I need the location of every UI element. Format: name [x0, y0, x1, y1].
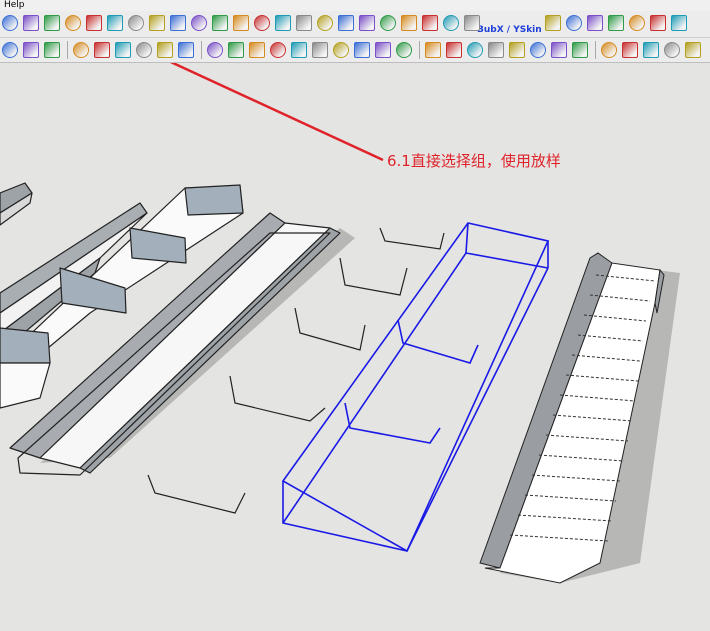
xray-icon[interactable]	[509, 42, 525, 58]
text-icon[interactable]	[136, 42, 152, 58]
left-view-icon[interactable]	[467, 42, 483, 58]
hidden-line-icon[interactable]	[572, 42, 588, 58]
fog-icon[interactable]	[643, 42, 659, 58]
polyline-icon[interactable]	[128, 15, 144, 31]
cube-green-icon[interactable]	[317, 15, 333, 31]
toolbar-row-1: BubX / YSkin	[0, 11, 710, 38]
component-icon[interactable]	[685, 42, 701, 58]
sort-icon[interactable]	[608, 15, 624, 31]
arc-icon[interactable]	[212, 15, 228, 31]
orbit-icon[interactable]	[207, 42, 223, 58]
curve-icon[interactable]	[107, 15, 123, 31]
leaf-icon[interactable]	[115, 42, 131, 58]
top-view-icon[interactable]	[488, 42, 504, 58]
rainbow-icon[interactable]	[401, 15, 417, 31]
cube-purple-icon[interactable]	[23, 15, 39, 31]
zoom-icon[interactable]	[249, 42, 265, 58]
skin-icon[interactable]	[443, 15, 459, 31]
bubx-yskin-plugin-label[interactable]: BubX / YSkin	[477, 25, 542, 35]
rotate-icon[interactable]	[629, 15, 645, 31]
folder-icon[interactable]	[23, 42, 39, 58]
rotate-right-icon[interactable]	[650, 15, 666, 31]
annotation-arrow	[95, 27, 384, 162]
eye-icon[interactable]	[354, 42, 370, 58]
front-view-icon[interactable]	[425, 42, 441, 58]
menu-bar: Help	[0, 0, 710, 11]
loft-icon[interactable]	[254, 15, 270, 31]
camera-icon[interactable]	[44, 42, 60, 58]
menu-help[interactable]: Help	[0, 0, 25, 10]
dimension-icon[interactable]	[157, 42, 173, 58]
toolbar-separator	[67, 41, 68, 59]
toolbar-separator	[595, 41, 596, 59]
map-icon[interactable]	[545, 15, 561, 31]
zoom-window-icon[interactable]	[270, 42, 286, 58]
bezier-icon[interactable]	[170, 15, 186, 31]
fold-icon[interactable]	[359, 15, 375, 31]
spiral-icon[interactable]	[191, 15, 207, 31]
back-edges-icon[interactable]	[530, 42, 546, 58]
layer-icon[interactable]	[2, 42, 18, 58]
toolbar-separator	[419, 41, 420, 59]
grid-surface-icon[interactable]	[233, 15, 249, 31]
house-icon[interactable]	[664, 42, 680, 58]
wireframe-style-icon[interactable]	[551, 42, 567, 58]
paint-bucket-icon[interactable]	[2, 15, 18, 31]
search-icon[interactable]	[312, 42, 328, 58]
model-viewport[interactable]	[0, 27, 710, 627]
channel-group-left[interactable]	[0, 182, 341, 476]
cylinder-icon[interactable]	[464, 15, 480, 31]
zoom-extents-icon[interactable]	[291, 42, 307, 58]
bubble-icon[interactable]	[422, 15, 438, 31]
toolbar-separator	[201, 41, 202, 59]
bucket-mesh-icon[interactable]	[86, 15, 102, 31]
pan-icon[interactable]	[228, 42, 244, 58]
arch-icon[interactable]	[338, 15, 354, 31]
annotation-text: 6.1直接选择组，使用放样	[387, 152, 561, 170]
cross-icon[interactable]	[94, 42, 110, 58]
position-camera-icon[interactable]	[333, 42, 349, 58]
shell-icon[interactable]	[296, 15, 312, 31]
push-pull-icon[interactable]	[566, 15, 582, 31]
scene-svg	[0, 27, 680, 584]
shadow-icon[interactable]	[622, 42, 638, 58]
tool-icon[interactable]	[671, 15, 687, 31]
caliper-icon[interactable]	[178, 42, 194, 58]
tag-icon[interactable]	[587, 15, 603, 31]
paint-icon[interactable]	[73, 42, 89, 58]
wireframe-icon[interactable]	[44, 15, 60, 31]
terrain-icon[interactable]	[380, 15, 396, 31]
iso-view-icon[interactable]	[446, 42, 462, 58]
extrude-icon[interactable]	[275, 15, 291, 31]
footprint-icon[interactable]	[375, 42, 391, 58]
axes-icon[interactable]	[601, 42, 617, 58]
section-icon[interactable]	[396, 42, 412, 58]
line-icon[interactable]	[149, 15, 165, 31]
magnet-icon[interactable]	[65, 15, 81, 31]
toolbar-row-2	[0, 38, 710, 63]
